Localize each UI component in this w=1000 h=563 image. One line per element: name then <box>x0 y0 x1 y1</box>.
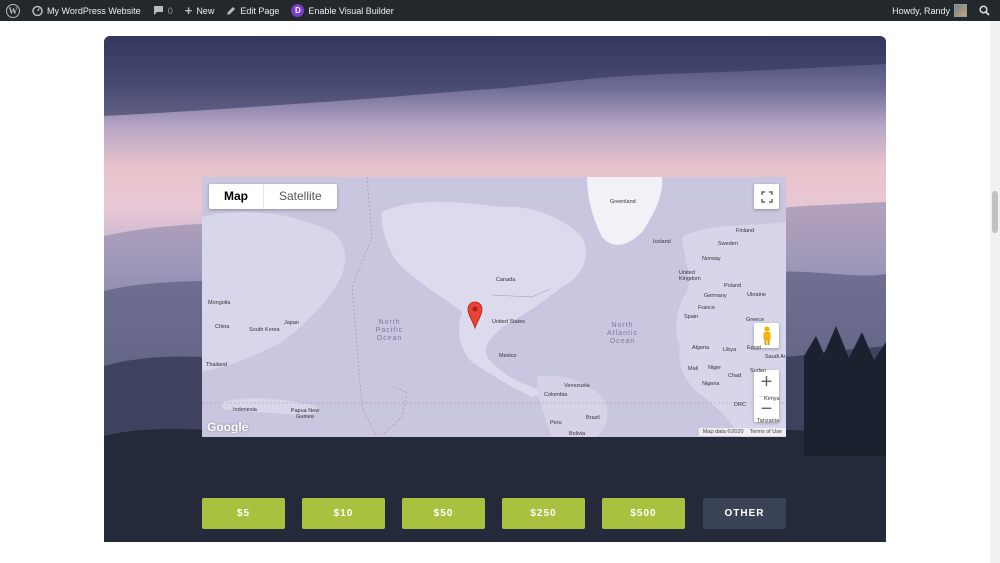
visual-builder-label: Enable Visual Builder <box>308 5 394 16</box>
edit-page-link[interactable]: Edit Page <box>220 0 285 21</box>
map-label: Spain <box>684 314 699 320</box>
fullscreen-button[interactable] <box>754 184 779 209</box>
new-content-link[interactable]: + New <box>179 0 221 21</box>
ocean-label-pacific: North Pacific Ocean <box>375 319 404 342</box>
map-label: Greenland <box>610 199 636 205</box>
map-label: Sudan <box>750 368 766 374</box>
pegman-icon <box>763 325 770 345</box>
google-logo: Google <box>207 420 249 434</box>
donate-50-button[interactable]: $50 <box>402 498 485 529</box>
map-type-control: Map Satellite <box>209 184 337 209</box>
visual-builder-link[interactable]: D Enable Visual Builder <box>285 0 399 21</box>
map-label: Ukraine <box>747 292 766 298</box>
map-label: Germany <box>704 293 727 299</box>
map-label: Colombia <box>544 392 568 398</box>
map-label: Chad <box>728 373 742 379</box>
divi-icon: D <box>291 4 305 17</box>
map-label: Papua New Guinea <box>290 408 320 420</box>
map-label: Poland <box>724 283 742 289</box>
fullscreen-icon <box>760 190 773 203</box>
admin-bar: W My WordPress Website 0 + New Edit Page… <box>0 0 1000 21</box>
map-label: DRC <box>734 402 746 408</box>
new-label: New <box>196 5 215 16</box>
donate-10-button[interactable]: $10 <box>302 498 385 529</box>
pencil-icon <box>227 6 236 15</box>
scrollbar[interactable] <box>990 21 1000 563</box>
site-name-link[interactable]: My WordPress Website <box>26 0 147 21</box>
comment-icon <box>153 6 163 15</box>
map-label: Tanzania <box>757 418 780 424</box>
ocean-label-atlantic: North Atlantic Ocean <box>607 322 638 345</box>
map-label: Mali <box>688 366 699 372</box>
map-label: Mongolia <box>208 300 231 306</box>
map-label: Finland <box>736 228 755 234</box>
map-data-text: Map data ©2020 <box>702 429 744 435</box>
donate-500-button[interactable]: $500 <box>602 498 685 529</box>
site-name: My WordPress Website <box>47 5 141 16</box>
map-label: Sweden <box>718 241 738 247</box>
edit-page-label: Edit Page <box>240 5 280 16</box>
search-icon <box>979 5 990 16</box>
wordpress-icon: W <box>6 3 20 18</box>
greeting: Howdy, Randy <box>892 5 950 16</box>
map-type-satellite-button[interactable]: Satellite <box>264 184 337 209</box>
map-label: China <box>215 324 230 330</box>
map-label: Algeria <box>692 345 710 351</box>
avatar <box>954 4 967 17</box>
donate-other-button[interactable]: OTHER <box>703 498 786 529</box>
map-attribution: Map data ©2020 Terms of Use <box>698 428 786 436</box>
donate-250-button[interactable]: $250 <box>502 498 585 529</box>
terms-of-use-link[interactable]: Terms of Use <box>750 429 782 435</box>
map-label: Iceland <box>653 239 671 245</box>
search-button[interactable] <box>973 0 1000 21</box>
map-label: Kenya <box>764 396 780 402</box>
map-label: Nigeria <box>702 381 720 387</box>
map-label: Canada <box>496 277 516 283</box>
map-label: Brazil <box>586 415 600 421</box>
map-label: United States <box>492 319 526 325</box>
account-menu[interactable]: Howdy, Randy <box>886 0 973 21</box>
wordpress-logo-button[interactable]: W <box>0 0 26 21</box>
plus-icon: + <box>184 3 193 18</box>
map-label: Indonesia <box>233 407 257 413</box>
map-label: Saudi Ar <box>765 354 786 360</box>
map-label: Thailand <box>206 362 228 368</box>
map-label: Bolivia <box>569 431 586 437</box>
map-label: Japan <box>284 320 299 326</box>
dashboard-icon <box>32 5 43 16</box>
location-marker-icon[interactable] <box>467 301 483 329</box>
comments-link[interactable]: 0 <box>147 0 179 21</box>
comment-count: 0 <box>167 5 173 16</box>
map-label: Norway <box>702 256 721 262</box>
map-label: Niger <box>708 365 722 371</box>
map-label: Greece <box>746 317 765 323</box>
map-label: South Korea <box>249 327 280 333</box>
map-label: Egypt <box>747 345 762 351</box>
map-type-map-button[interactable]: Map <box>209 184 264 209</box>
map-label: France <box>698 305 716 311</box>
scrollbar-thumb[interactable] <box>992 191 998 233</box>
map-label: Venezuela <box>564 383 590 389</box>
donate-5-button[interactable]: $5 <box>202 498 285 529</box>
map-label: United Kingdom <box>679 270 701 282</box>
google-map[interactable]: Map Satellite + − Greenland Finland Icel… <box>202 177 786 437</box>
map-label: Peru <box>550 420 562 426</box>
map-label: Mexico <box>499 353 517 359</box>
map-label: Libya <box>723 347 737 353</box>
